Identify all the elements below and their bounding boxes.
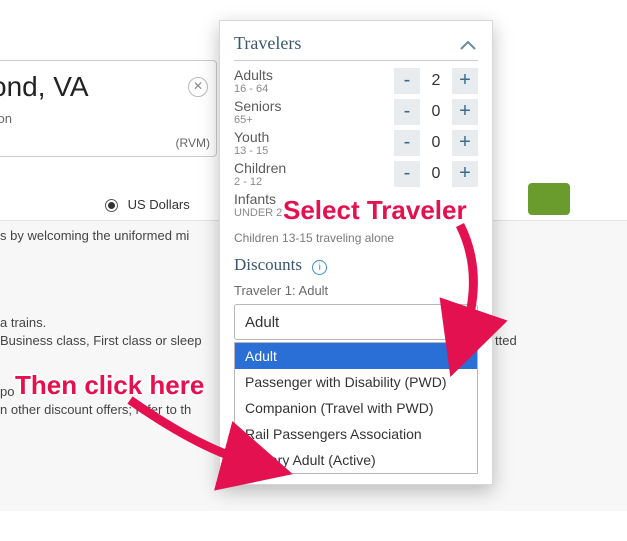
bg-text: a trains. <box>0 315 46 330</box>
station-name: tion <box>0 111 12 126</box>
find-trains-button[interactable] <box>528 183 570 215</box>
children-sub: 2 - 12 <box>234 176 394 188</box>
station-input-box[interactable]: ond, VA tion ✕ (RVM) <box>0 60 217 157</box>
seniors-count: 0 <box>420 99 452 125</box>
seniors-row: Seniors 65+ - 0 + <box>234 98 478 126</box>
chevron-up-icon <box>460 37 476 58</box>
seniors-sub: 65+ <box>234 114 394 126</box>
adults-label: Adults <box>234 67 394 83</box>
children-row: Children 2 - 12 - 0 + <box>234 160 478 188</box>
seniors-decrement-button[interactable]: - <box>394 99 420 125</box>
discount-option-military[interactable]: Military Adult (Active) <box>235 447 477 473</box>
travelers-header-label: Travelers <box>234 33 301 53</box>
youth-increment-button[interactable]: + <box>452 130 478 156</box>
children-decrement-button[interactable]: - <box>394 161 420 187</box>
seniors-label: Seniors <box>234 98 394 114</box>
info-icon[interactable]: i <box>312 260 327 275</box>
adults-count: 2 <box>420 68 452 94</box>
adults-increment-button[interactable]: + <box>452 68 478 94</box>
youth-decrement-button[interactable]: - <box>394 130 420 156</box>
bg-text: s by welcoming the uniformed mi <box>0 228 189 243</box>
adults-row: Adults 16 - 64 - 2 + <box>234 67 478 95</box>
adults-decrement-button[interactable]: - <box>394 68 420 94</box>
clear-icon[interactable]: ✕ <box>188 77 208 97</box>
discount-option-pwd[interactable]: Passenger with Disability (PWD) <box>235 369 477 395</box>
travelers-header[interactable]: Travelers <box>234 33 478 61</box>
arrow-icon <box>130 395 270 485</box>
station-city: ond, VA <box>0 71 89 103</box>
children-count: 0 <box>420 161 452 187</box>
youth-count: 0 <box>420 130 452 156</box>
currency-us-dollars[interactable]: US Dollars <box>105 197 190 212</box>
children-increment-button[interactable]: + <box>452 161 478 187</box>
seniors-increment-button[interactable]: + <box>452 99 478 125</box>
arrow-icon <box>440 225 500 355</box>
currency-label: US Dollars <box>128 197 190 212</box>
station-code: (RVM) <box>176 136 210 150</box>
discounts-label: Discounts <box>234 255 302 274</box>
discount-type-selected: Adult <box>245 314 279 331</box>
children-label: Children <box>234 160 394 176</box>
discount-options-list: Adult Passenger with Disability (PWD) Co… <box>234 342 478 474</box>
youth-label: Youth <box>234 129 394 145</box>
annotation-select-traveler: Select Traveler <box>283 195 467 226</box>
bg-text: po <box>0 384 14 399</box>
discount-option-rpa[interactable]: Rail Passengers Association <box>235 421 477 447</box>
bg-text: Business class, First class or sleep <box>0 333 202 348</box>
adults-sub: 16 - 64 <box>234 83 394 95</box>
radio-icon <box>105 199 118 212</box>
youth-row: Youth 13 - 15 - 0 + <box>234 129 478 157</box>
youth-sub: 13 - 15 <box>234 145 394 157</box>
discount-option-companion[interactable]: Companion (Travel with PWD) <box>235 395 477 421</box>
